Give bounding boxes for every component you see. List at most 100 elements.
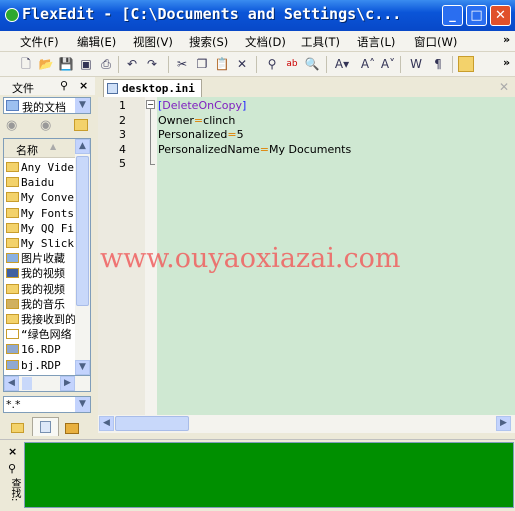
code-token: = xyxy=(193,113,204,127)
new-icon[interactable]: 🗋 xyxy=(18,56,34,72)
word-wrap-icon[interactable]: W xyxy=(408,56,424,72)
list-item[interactable]: bj.RDP xyxy=(6,358,61,373)
code-token: Personalized xyxy=(158,128,228,141)
save-all-icon[interactable]: ▣ xyxy=(78,56,94,72)
open-icon[interactable]: 📂 xyxy=(38,56,54,72)
window-title: FlexEdit - [C:\Documents and Settings\c.… xyxy=(22,5,402,23)
list-item[interactable]: 16.RDP xyxy=(6,342,61,357)
save-icon[interactable]: 💾 xyxy=(58,56,74,72)
editor-horizontal-scrollbar[interactable]: ◀ ▶ xyxy=(98,415,515,433)
paste-icon[interactable]: 📋 xyxy=(214,56,230,72)
chevron-down-icon[interactable]: ▼ xyxy=(75,98,90,113)
scroll-thumb[interactable] xyxy=(22,377,32,390)
pin-icon[interactable]: ⚲ xyxy=(8,462,16,475)
pilcrow-icon[interactable]: ¶ xyxy=(430,56,446,72)
tab-documents[interactable] xyxy=(32,417,59,436)
scroll-right-button[interactable]: ▶ xyxy=(496,416,511,431)
folder-icon[interactable]: ▭ xyxy=(458,56,474,72)
code-token: ] xyxy=(241,99,247,112)
scroll-down-button[interactable]: ▼ xyxy=(75,360,90,375)
rdp-icon xyxy=(6,359,19,370)
tab-projects[interactable] xyxy=(60,419,86,436)
close-panel-icon[interactable]: × xyxy=(79,79,88,92)
replace-icon[interactable]: ab xyxy=(284,56,300,72)
scroll-up-button[interactable]: ▲ xyxy=(75,139,90,154)
font-grow-icon[interactable]: A˄ xyxy=(360,56,376,72)
list-item[interactable]: 我接收到的 xyxy=(6,312,76,327)
rdp-icon xyxy=(6,344,19,355)
undo-icon[interactable]: ↶ xyxy=(124,56,140,72)
scroll-thumb[interactable] xyxy=(115,416,189,431)
menu-3[interactable]: 搜索(S) xyxy=(189,34,228,50)
menu-2[interactable]: 视图(V) xyxy=(133,34,173,50)
folder-icon xyxy=(6,238,19,248)
font-shrink-icon[interactable]: A˅ xyxy=(380,56,396,72)
list-item[interactable]: 我的视频 xyxy=(6,282,65,297)
code-token: 5 xyxy=(236,128,244,141)
menu-1[interactable]: 编辑(E) xyxy=(77,34,116,50)
minimize-button[interactable]: _ xyxy=(442,5,463,26)
horizontal-scrollbar[interactable]: ◀ ▶ xyxy=(3,375,91,392)
panel-title: 文件 xyxy=(12,82,34,95)
menu-0[interactable]: 文件(F) xyxy=(20,34,59,50)
menu-5[interactable]: 工具(T) xyxy=(301,34,340,50)
find-icon[interactable]: ⚲ xyxy=(264,56,280,72)
pin-icon[interactable]: ⚲ xyxy=(60,79,68,92)
find-in-files-icon[interactable]: 🔍 xyxy=(304,56,320,72)
redo-icon[interactable]: ↷ xyxy=(144,56,160,72)
menu-overflow-button[interactable]: » xyxy=(503,33,510,46)
back-button[interactable]: ◉ xyxy=(6,118,17,133)
title-bar: FlexEdit - [C:\Documents and Settings\c.… xyxy=(0,0,515,31)
list-item[interactable]: 图片收藏 xyxy=(6,251,65,266)
vertical-scrollbar[interactable]: ▲ ▼ xyxy=(75,139,90,375)
panel-label: 查找: xyxy=(9,478,20,502)
scroll-left-button[interactable]: ◀ xyxy=(99,416,114,431)
code-line: PersonalizedName=My Documents xyxy=(158,143,351,157)
folder-icon xyxy=(6,207,19,218)
maximize-button[interactable]: □ xyxy=(466,5,487,26)
close-tab-icon[interactable]: ✕ xyxy=(499,80,509,94)
font-color-icon[interactable]: A▾ xyxy=(334,56,350,72)
up-folder-button[interactable] xyxy=(74,119,88,131)
toolbar-overflow-button[interactable]: » xyxy=(503,56,510,69)
line-number: 1 xyxy=(119,99,126,112)
close-panel-icon[interactable]: × xyxy=(8,445,17,458)
line-number: 3 xyxy=(119,128,126,141)
menu-7[interactable]: 窗口(W) xyxy=(414,34,457,50)
tab-desktop-ini[interactable]: desktop.ini xyxy=(103,79,202,97)
tab-folders[interactable] xyxy=(5,419,31,436)
code-token: PersonalizedName xyxy=(158,142,260,156)
location-combo[interactable]: 我的文档 ▼ xyxy=(3,97,91,114)
fold-collapse-icon[interactable]: − xyxy=(146,100,155,109)
list-item[interactable]: Any Vide xyxy=(6,160,74,175)
copy-icon[interactable]: ❐ xyxy=(194,56,210,72)
find-results-area[interactable] xyxy=(24,442,514,508)
tab-label: desktop.ini xyxy=(122,82,195,95)
list-item[interactable]: My Conve xyxy=(6,190,74,205)
menu-4[interactable]: 文档(D) xyxy=(245,34,286,50)
list-item[interactable]: 我的视频 xyxy=(6,266,65,281)
file-list: 名称 ▲ Any Vide Baidu My Conve My Fonts My QQ F… xyxy=(3,138,91,376)
chevron-down-icon[interactable]: ▼ xyxy=(75,397,90,412)
list-item[interactable]: 我的音乐 xyxy=(6,297,65,312)
scroll-left-button[interactable]: ◀ xyxy=(4,376,19,391)
item-name: 我的音乐 xyxy=(21,297,65,311)
forward-button[interactable]: ◉ xyxy=(40,118,51,133)
print-icon[interactable]: ⎙ xyxy=(98,56,114,72)
list-item[interactable]: Baidu xyxy=(6,175,54,190)
scroll-thumb[interactable] xyxy=(76,156,89,306)
menu-6[interactable]: 语言(L) xyxy=(357,34,395,50)
list-item[interactable]: My QQ Fi xyxy=(6,221,74,236)
list-item[interactable]: My Fonts xyxy=(6,206,74,221)
list-item[interactable]: “绿色网络 xyxy=(6,327,72,342)
column-header-name[interactable]: 名称 ▲ xyxy=(4,139,76,158)
delete-icon[interactable]: ✕ xyxy=(234,56,250,72)
cut-icon[interactable]: ✂ xyxy=(174,56,190,72)
line-number: 5 xyxy=(119,157,126,170)
code-line: Owner=clinch xyxy=(158,114,235,128)
filter-combo[interactable]: *.* ▼ xyxy=(3,396,91,413)
list-item[interactable]: My Slick xyxy=(6,236,74,251)
close-button[interactable]: ✕ xyxy=(490,5,511,26)
scroll-right-button[interactable]: ▶ xyxy=(60,376,75,391)
code-line: Personalized=5 xyxy=(158,128,244,142)
